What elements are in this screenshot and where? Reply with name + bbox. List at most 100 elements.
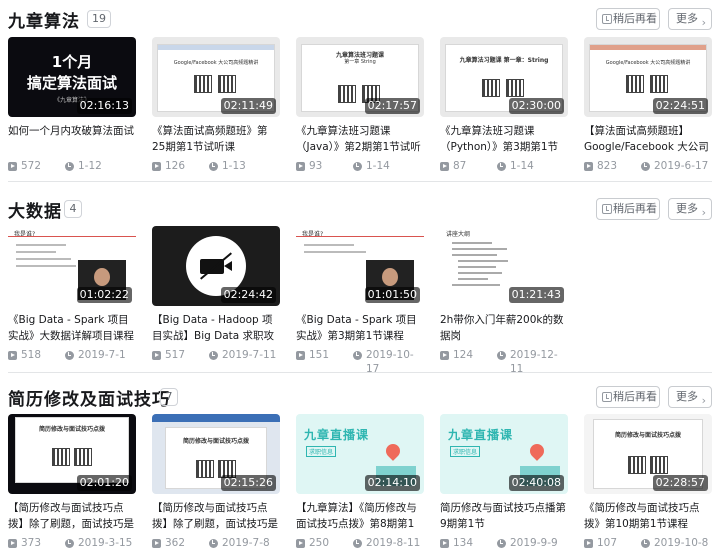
- upload-date: 2019-7-11: [222, 349, 277, 361]
- play-icon: [8, 539, 17, 548]
- clock-icon: [65, 539, 74, 548]
- thumbnail-text: 求职信息: [306, 446, 337, 457]
- qr-code-icon: [196, 460, 214, 478]
- clock-icon: [65, 351, 74, 360]
- watch-later-label: 稍后再看: [613, 202, 657, 215]
- video-duration: 02:14:10: [364, 475, 420, 491]
- video-duration: 02:15:26: [220, 475, 276, 491]
- video-thumbnail[interactable]: 九章算法习题课 第一章：String 02:30:00: [440, 37, 568, 117]
- slide-header-bar: [590, 45, 706, 50]
- slide-text-line: [458, 266, 496, 268]
- upload-date: 1-14: [366, 160, 390, 172]
- video-title[interactable]: 【简历修改与面试技巧点拨】除了刷题，面试技巧是拿到: [8, 500, 136, 532]
- watch-later-button[interactable]: 稍后再看: [596, 386, 660, 408]
- video-title[interactable]: 《Big Data - Spark 项目实战》大数据详解项目课程介: [8, 312, 136, 344]
- upload-date: 2019-3-15: [78, 537, 133, 549]
- video-thumbnail[interactable]: 九章算法班习题课 第一章 String 02:17:57: [296, 37, 424, 117]
- video-meta: 517 2019-7-11: [152, 348, 280, 362]
- watch-later-button[interactable]: 稍后再看: [596, 8, 660, 30]
- video-title[interactable]: 简历修改与面试技巧点播第9期第1节: [440, 500, 568, 532]
- video-thumbnail[interactable]: Google/Facebook 大公司高频题精讲 02:11:49: [152, 37, 280, 117]
- video-thumbnail[interactable]: 讲座大纲 01:21:43: [440, 226, 568, 306]
- section-count-badge: 4: [64, 200, 82, 218]
- video-duration: 01:21:43: [508, 287, 564, 303]
- video-title[interactable]: 【简历修改与面试技巧点拨】除了刷题，面试技巧是拿到: [152, 500, 280, 532]
- video-duration: 02:01:20: [76, 475, 132, 491]
- video-thumbnail[interactable]: Google/Facebook 大公司高频题精讲 02:24:51: [584, 37, 712, 117]
- video-title[interactable]: 《算法面试高频题班》第25期第1节试听课: [152, 123, 280, 155]
- clock-icon: [353, 351, 362, 360]
- section-algorithms: 九章算法 19 稍后再看 更多 › 1个月 搞定算法面试 《九章算法》 02:1…: [0, 6, 720, 176]
- clock-icon: [641, 539, 650, 548]
- qr-code-icon: [650, 75, 668, 93]
- play-icon: [296, 351, 305, 360]
- location-pin-icon: [383, 441, 403, 461]
- video-thumbnail[interactable]: 简历修改与面试技巧点拨 02:28:57: [584, 414, 712, 494]
- slide-divider: [296, 236, 424, 237]
- clock-icon: [602, 14, 612, 24]
- thumbnail-text: 求职信息: [450, 446, 481, 457]
- slide-text-line: [458, 278, 488, 280]
- clock-icon: [641, 162, 650, 171]
- video-meta: 107 2019-10-8: [584, 536, 712, 550]
- more-button[interactable]: 更多 ›: [668, 386, 712, 408]
- video-title[interactable]: 【九章算法】《简历修改与面试技巧点拨》第8期第1节课程: [296, 500, 424, 532]
- video-thumbnail[interactable]: 九章直播课 求职信息 02:14:10: [296, 414, 424, 494]
- play-icon: [296, 539, 305, 548]
- video-meta: 87 1-14: [440, 159, 568, 173]
- upload-date: 2019-10-8: [654, 537, 709, 549]
- video-thumbnail[interactable]: 02:24:42: [152, 226, 280, 306]
- play-count: 823: [597, 160, 618, 172]
- video-title[interactable]: 【算法面试高频题班】Google/Facebook 大公司高: [584, 123, 712, 155]
- watch-later-button[interactable]: 稍后再看: [596, 198, 660, 220]
- more-button[interactable]: 更多 ›: [668, 198, 712, 220]
- thumbnail-text: 简历修改与面试技巧点拨: [182, 438, 249, 445]
- video-title[interactable]: 2h带你入门年薪200k的数据岗: [440, 312, 568, 344]
- qr-code-icon: [194, 75, 212, 93]
- clock-icon: [209, 162, 218, 171]
- video-thumbnail[interactable]: 简历修改与面试技巧点拨 02:01:20: [8, 414, 136, 494]
- location-pin-icon: [527, 441, 547, 461]
- video-thumbnail[interactable]: 简历修改与面试技巧点拨 02:15:26: [152, 414, 280, 494]
- section-big-data: 大数据 4 稍后再看 更多 › 我是谁? 01:02:22 《Big Data …: [0, 196, 720, 375]
- slide-image: 简历修改与面试技巧点拨: [16, 418, 128, 482]
- video-thumbnail[interactable]: 我是谁? 01:02:22: [8, 226, 136, 306]
- section-title[interactable]: 大数据: [8, 197, 62, 222]
- play-icon: [152, 351, 161, 360]
- clock-icon: [209, 539, 218, 548]
- slide-header-bar: [158, 45, 274, 50]
- play-count: 373: [21, 537, 42, 549]
- section-title[interactable]: 简历修改及面试技巧: [8, 385, 170, 410]
- thumbnail-text: Google/Facebook 大公司高频题精讲: [605, 60, 691, 66]
- thumbnail-text: 简历修改与面试技巧点拨: [614, 432, 681, 439]
- play-count: 134: [453, 537, 474, 549]
- video-duration: 02:11:49: [220, 98, 276, 114]
- video-title[interactable]: 《简历修改与面试技巧点拨》第10期第1节课程: [584, 500, 712, 532]
- upload-date: 2019-7-1: [78, 349, 126, 361]
- play-count: 362: [165, 537, 186, 549]
- video-title[interactable]: 《Big Data - Spark 项目实战》第3期第1节课程: [296, 312, 424, 344]
- upload-date: 1-12: [78, 160, 102, 172]
- clock-icon: [602, 204, 612, 214]
- slide-text-line: [452, 284, 500, 286]
- thumbnail-text: 九章直播课: [304, 428, 370, 442]
- qr-code-icon: [628, 456, 646, 474]
- more-button[interactable]: 更多 ›: [668, 8, 712, 30]
- video-thumbnail[interactable]: 我是谁? 01:01:50: [296, 226, 424, 306]
- qr-code-icon: [74, 448, 92, 466]
- video-title[interactable]: 《九章算法班习题课（Python）》第3期第1节: [440, 123, 568, 155]
- video-title[interactable]: 【Big Data - Hadoop 项目实战】Big Data 求职攻略 &: [152, 312, 280, 344]
- section-divider: [8, 181, 712, 182]
- video-thumbnail[interactable]: 1个月 搞定算法面试 《九章算法》 02:16:13: [8, 37, 136, 117]
- video-meta: 134 2019-9-9: [440, 536, 568, 550]
- play-icon: [296, 162, 305, 171]
- play-icon: [152, 162, 161, 171]
- play-icon: [8, 162, 17, 171]
- video-title[interactable]: 《九章算法班习题课（Java）》第2期第1节试听: [296, 123, 424, 155]
- section-title[interactable]: 九章算法: [8, 7, 80, 32]
- play-icon: [440, 539, 449, 548]
- video-thumbnail[interactable]: 九章直播课 求职信息 02:40:08: [440, 414, 568, 494]
- video-duration: 02:17:57: [364, 98, 420, 114]
- video-title[interactable]: 如何一个月内攻破算法面试: [8, 123, 136, 155]
- play-icon: [8, 351, 17, 360]
